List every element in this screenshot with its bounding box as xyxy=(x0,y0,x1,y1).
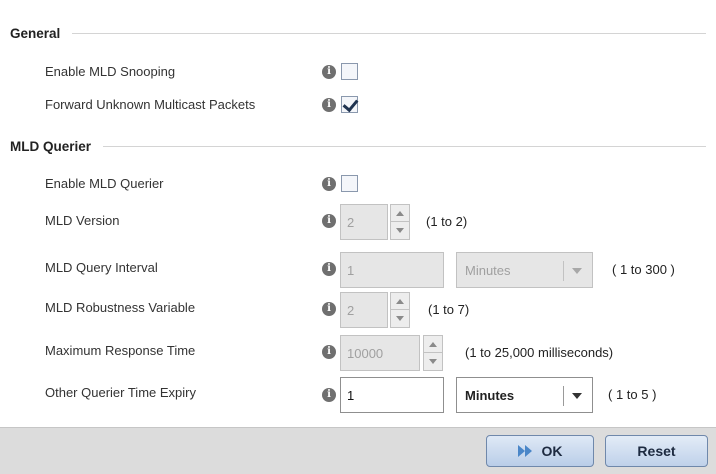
general-section-title: General xyxy=(10,25,61,41)
info-icon[interactable]: i xyxy=(322,302,336,316)
chevron-down-icon[interactable] xyxy=(572,268,582,274)
mld-version-stepper[interactable] xyxy=(390,204,410,240)
info-icon[interactable]: i xyxy=(322,177,336,191)
mld-settings-panel: General Enable MLD Snooping i Forward Un… xyxy=(0,0,716,474)
maximum-response-time-stepper[interactable] xyxy=(423,335,443,371)
section-divider xyxy=(72,32,706,34)
stepper-down-icon[interactable] xyxy=(424,353,442,370)
mld-query-interval-label: MLD Query Interval xyxy=(45,260,158,275)
mld-query-interval-input[interactable]: 1 xyxy=(340,252,444,288)
section-divider xyxy=(103,145,706,147)
enable-mld-querier-label: Enable MLD Querier xyxy=(45,176,164,191)
mld-version-label: MLD Version xyxy=(45,213,120,228)
info-icon[interactable]: i xyxy=(322,388,336,402)
info-icon[interactable]: i xyxy=(322,98,336,112)
info-icon[interactable]: i xyxy=(322,345,336,359)
maximum-response-time-input[interactable]: 10000 xyxy=(340,335,420,371)
stepper-up-icon[interactable] xyxy=(424,336,442,353)
stepper-up-icon[interactable] xyxy=(391,293,409,310)
mld-robustness-variable-range-hint: (1 to 7) xyxy=(428,302,470,317)
chevron-down-icon[interactable] xyxy=(572,393,582,399)
stepper-down-icon[interactable] xyxy=(391,310,409,327)
other-querier-time-expiry-range-hint: ( 1 to 5 ) xyxy=(608,387,657,402)
mld-querier-section-title: MLD Querier xyxy=(10,138,92,154)
mld-robustness-variable-label: MLD Robustness Variable xyxy=(45,300,196,315)
play-forward-icon xyxy=(517,444,534,458)
ok-button-label: OK xyxy=(541,443,563,459)
info-icon[interactable]: i xyxy=(322,214,336,228)
mld-robustness-variable-input[interactable]: 2 xyxy=(340,292,388,328)
ok-button[interactable]: OK xyxy=(486,435,594,467)
select-separator xyxy=(563,261,564,281)
select-separator xyxy=(563,386,564,406)
select-value: Minutes xyxy=(465,387,515,403)
mld-query-interval-range-hint: ( 1 to 300 ) xyxy=(612,262,675,277)
info-icon[interactable]: i xyxy=(322,262,336,276)
other-querier-time-expiry-label: Other Querier Time Expiry xyxy=(45,385,196,400)
mld-version-input[interactable]: 2 xyxy=(340,204,388,240)
select-value: Minutes xyxy=(465,262,511,278)
mld-version-range-hint: (1 to 2) xyxy=(426,214,468,229)
mld-query-interval-unit-select[interactable]: Minutes xyxy=(456,252,593,288)
stepper-up-icon[interactable] xyxy=(391,205,409,222)
general-section-header: General xyxy=(10,23,706,43)
enable-mld-snooping-checkbox[interactable] xyxy=(341,63,358,80)
reset-button[interactable]: Reset xyxy=(605,435,708,467)
maximum-response-time-label: Maximum Response Time xyxy=(45,343,196,358)
enable-mld-querier-checkbox[interactable] xyxy=(341,175,358,192)
other-querier-time-expiry-input[interactable]: 1 xyxy=(340,377,444,413)
info-icon[interactable]: i xyxy=(322,65,336,79)
maximum-response-time-range-hint: (1 to 25,000 milliseconds) xyxy=(465,345,614,360)
stepper-down-icon[interactable] xyxy=(391,222,409,239)
forward-unknown-multicast-label: Forward Unknown Multicast Packets xyxy=(45,97,256,112)
enable-mld-snooping-label: Enable MLD Snooping xyxy=(45,64,176,79)
reset-button-label: Reset xyxy=(637,443,676,459)
forward-unknown-multicast-checkbox[interactable] xyxy=(341,96,358,113)
other-querier-time-expiry-unit-select[interactable]: Minutes xyxy=(456,377,593,413)
mld-querier-section-header: MLD Querier xyxy=(10,136,706,156)
mld-robustness-variable-stepper[interactable] xyxy=(390,292,410,328)
